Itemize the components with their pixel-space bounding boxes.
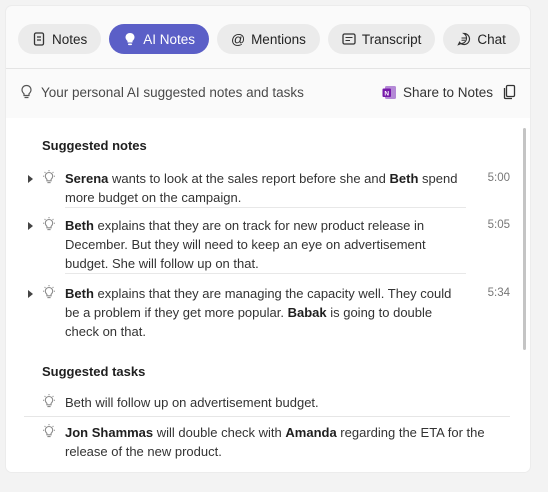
note-item[interactable]: Beth explains that they are on track for… bbox=[24, 216, 510, 274]
onenote-icon: N bbox=[382, 85, 397, 100]
tab-bar: Notes AI Notes @ Mentions Transcript Cha… bbox=[18, 24, 520, 54]
at-icon: @ bbox=[230, 31, 246, 47]
tab-divider bbox=[6, 68, 530, 69]
expand-caret-icon[interactable] bbox=[28, 222, 33, 230]
copy-icon bbox=[503, 84, 516, 100]
person-name: Amanda bbox=[285, 425, 337, 440]
tab-ai-notes[interactable]: AI Notes bbox=[109, 24, 210, 54]
expand-caret-icon[interactable] bbox=[28, 175, 33, 183]
tab-transcript-label: Transcript bbox=[361, 31, 422, 47]
text-segment: explains that they are on track for new … bbox=[65, 218, 426, 271]
scrollbar[interactable] bbox=[523, 128, 526, 350]
lightbulb-icon bbox=[42, 170, 56, 191]
tab-mentions-label: Mentions bbox=[251, 31, 306, 47]
person-name: Serena bbox=[65, 171, 109, 186]
tab-chat[interactable]: Chat bbox=[443, 24, 520, 54]
lightbulb-icon bbox=[42, 217, 56, 238]
text-segment: wants to look at the sales report before… bbox=[108, 171, 390, 186]
share-to-notes-label: Share to Notes bbox=[402, 84, 493, 100]
tab-chat-label: Chat bbox=[477, 31, 506, 47]
person-name: Beth bbox=[389, 171, 419, 186]
task-item[interactable]: Beth will follow up on advertisement bud… bbox=[24, 393, 510, 417]
person-name: Jon Shammas bbox=[65, 425, 154, 440]
lightbulb-outline-icon bbox=[20, 84, 33, 100]
note-text: Beth explains that they are managing the… bbox=[65, 284, 466, 341]
note-timestamp[interactable]: 5:34 bbox=[488, 284, 510, 303]
suggested-tasks-heading: Suggested tasks bbox=[42, 364, 146, 379]
info-text: Your personal AI suggested notes and tas… bbox=[41, 84, 304, 100]
transcript-icon bbox=[342, 32, 356, 46]
text-segment: Beth will follow up on advertisement bud… bbox=[65, 395, 319, 410]
tab-notes-label: Notes bbox=[52, 31, 88, 47]
lightbulb-icon bbox=[42, 424, 56, 445]
tab-transcript[interactable]: Transcript bbox=[327, 24, 436, 54]
bulb-icon bbox=[123, 32, 137, 46]
person-name: Beth bbox=[65, 218, 94, 233]
task-text: Beth will follow up on advertisement bud… bbox=[65, 393, 502, 412]
tab-mentions[interactable]: @ Mentions bbox=[217, 24, 320, 54]
note-item[interactable]: Beth explains that they are managing the… bbox=[24, 284, 510, 341]
ai-notes-panel: Notes AI Notes @ Mentions Transcript Cha… bbox=[6, 6, 530, 472]
note-timestamp[interactable]: 5:00 bbox=[488, 169, 510, 188]
note-item[interactable]: Serena wants to look at the sales report… bbox=[24, 169, 510, 208]
note-timestamp[interactable]: 5:05 bbox=[488, 216, 510, 235]
lightbulb-icon bbox=[42, 394, 56, 415]
person-name: Babak bbox=[287, 305, 327, 320]
task-item[interactable]: Jon Shammas will double check with Amand… bbox=[24, 423, 510, 465]
expand-caret-icon[interactable] bbox=[28, 290, 33, 298]
note-text: Beth explains that they are on track for… bbox=[65, 216, 466, 274]
suggestions-content: Suggested notes Serena wants to look at … bbox=[6, 118, 530, 472]
person-name: Beth bbox=[65, 286, 94, 301]
suggested-notes-heading: Suggested notes bbox=[42, 138, 147, 153]
info-bar: Your personal AI suggested notes and tas… bbox=[20, 80, 516, 104]
share-to-notes-button[interactable]: N Share to Notes bbox=[382, 85, 493, 100]
task-text: Jon Shammas will double check with Amand… bbox=[65, 423, 502, 461]
note-text: Serena wants to look at the sales report… bbox=[65, 169, 466, 208]
copy-button[interactable] bbox=[503, 84, 516, 100]
tab-ai-notes-label: AI Notes bbox=[143, 31, 196, 47]
notes-icon bbox=[32, 32, 46, 46]
tab-notes[interactable]: Notes bbox=[18, 24, 102, 54]
text-segment: will double check with bbox=[153, 425, 286, 440]
svg-text:N: N bbox=[384, 90, 389, 97]
chat-icon bbox=[457, 32, 471, 46]
lightbulb-icon bbox=[42, 285, 56, 306]
